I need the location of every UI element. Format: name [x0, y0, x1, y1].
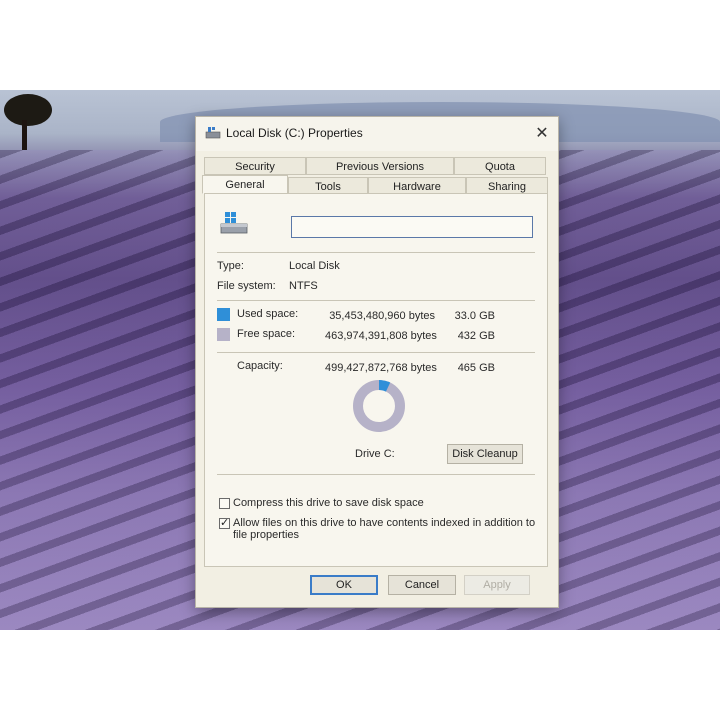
windows-drive-icon [220, 212, 248, 234]
free-space-label: Free space: [237, 328, 296, 340]
tab-general[interactable]: General [202, 175, 288, 194]
capacity-label: Capacity: [237, 360, 283, 372]
used-space-size: 33.0 GB [454, 310, 495, 322]
index-label-line1[interactable]: Allow files on this drive to have conten… [233, 517, 535, 529]
separator [217, 300, 535, 301]
close-icon[interactable]: ✕ [530, 123, 554, 145]
disk-usage-donut [353, 380, 405, 432]
index-checkbox[interactable] [219, 516, 230, 529]
tree-trunk [22, 120, 27, 150]
index-label-line2[interactable]: file properties [233, 529, 299, 541]
separator [217, 474, 535, 475]
separator [217, 352, 535, 353]
capacity-size: 465 GB [457, 362, 495, 374]
tab-security[interactable]: Security [204, 157, 306, 175]
ok-button[interactable]: OK [310, 575, 378, 595]
properties-dialog: Local Disk (C:) Properties ✕ Security Pr… [195, 116, 559, 608]
used-space-swatch [217, 308, 230, 321]
used-space-label: Used space: [237, 308, 299, 320]
separator [217, 252, 535, 253]
drive-name-input[interactable] [291, 216, 533, 238]
tab-quota[interactable]: Quota [454, 157, 546, 175]
free-space-size: 432 GB [457, 330, 495, 342]
compress-checkbox[interactable] [219, 498, 230, 509]
tab-previous-versions[interactable]: Previous Versions [306, 157, 454, 175]
type-label: Type: [217, 260, 244, 272]
general-panel: Type: Local Disk File system: NTFS Used … [204, 193, 548, 567]
free-space-swatch [217, 328, 230, 341]
free-space-ring [353, 380, 405, 432]
tree-icon [4, 94, 52, 126]
capacity-bytes: 499,427,872,768 bytes [325, 362, 437, 374]
used-space-bytes: 35,453,480,960 bytes [329, 310, 435, 322]
compress-label[interactable]: Compress this drive to save disk space [233, 497, 424, 509]
title-bar[interactable]: Local Disk (C:) Properties ✕ [196, 117, 558, 151]
drive-icon [205, 127, 221, 139]
disk-cleanup-button[interactable]: Disk Cleanup [447, 444, 523, 464]
drive-label: Drive C: [355, 448, 395, 460]
file-system-label: File system: [217, 280, 276, 292]
free-space-bytes: 463,974,391,808 bytes [325, 330, 437, 342]
apply-button[interactable]: Apply [464, 575, 530, 595]
file-system-value: NTFS [289, 280, 318, 292]
cancel-button[interactable]: Cancel [388, 575, 456, 595]
window-title: Local Disk (C:) Properties [226, 126, 363, 140]
type-value: Local Disk [289, 260, 340, 272]
